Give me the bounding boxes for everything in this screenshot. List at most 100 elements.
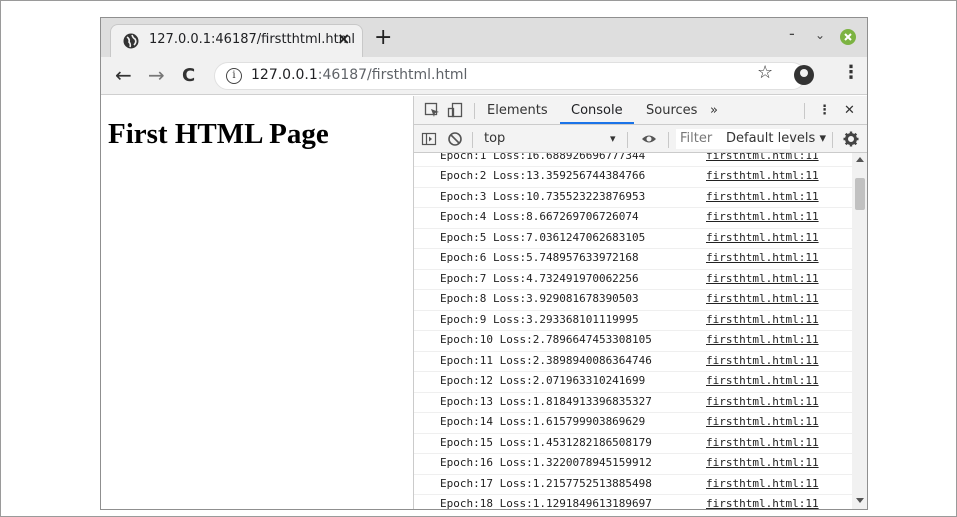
log-message: Epoch:13 Loss:1.8184913396835327 [440,394,652,408]
console-log-row: Epoch:11 Loss:2.3898940086364746 firsthtm… [414,352,852,372]
page-heading: First HTML Page [108,118,329,150]
console-log-row: Epoch:12 Loss:2.071963310241699 firsthtml… [414,372,852,393]
devtools-tab-bar: Elements Console Sources » ⋮ ✕ [414,96,867,125]
log-source-link[interactable]: firsthtml.html:11 [706,153,819,162]
console-log-row: Epoch:6 Loss:5.748957633972168 firsthtml.… [414,249,852,270]
console-log-row: Epoch:3 Loss:10.735523223876953 firsthtml… [414,188,852,208]
log-source-link[interactable]: firsthtml.html:11 [706,272,819,285]
inspect-element-icon[interactable] [424,102,440,118]
console-log-row: Epoch:2 Loss:13.359256744384766 firsthtml… [414,167,852,188]
log-source-link[interactable]: firsthtml.html:11 [706,333,819,346]
console-log-row: Epoch:4 Loss:8.667269706726074 firsthtml.… [414,208,852,229]
window-close-button[interactable] [840,29,856,45]
divider [474,103,475,119]
tab-elements[interactable]: Elements [487,103,548,118]
new-tab-button[interactable]: + [374,25,392,50]
maximize-button[interactable]: ⌄ [815,28,825,42]
divider [668,132,669,148]
bookmark-star-icon[interactable]: ☆ [757,62,773,83]
log-message: Epoch:11 Loss:2.3898940086364746 [440,353,652,367]
tab-console[interactable]: Console [571,103,623,118]
log-message: Epoch:1 Loss:16.688926696777344 [440,153,646,162]
device-toolbar-icon[interactable] [447,102,463,118]
browser-menu-icon[interactable]: ⋮ [842,62,860,83]
toolbar: ← → C i 127.0.0.1:46187/firsthtml.html [101,57,867,95]
console-log-row: Epoch:7 Loss:4.732491970062256 firsthtml.… [414,270,852,290]
url-text[interactable]: 127.0.0.1:46187/firsthtml.html [251,67,467,83]
reload-button[interactable]: C [182,65,195,86]
console-log-row: Epoch:14 Loss:1.615799903869629 firsthtml… [414,413,852,434]
log-levels-dropdown[interactable]: Default levels ▾ [726,131,826,146]
log-source-link[interactable]: firsthtml.html:11 [706,354,819,367]
log-source-link[interactable]: firsthtml.html:11 [706,210,819,223]
minimize-button[interactable]: - [789,24,795,43]
info-icon[interactable]: i [226,68,242,84]
log-message: Epoch:17 Loss:1.2157752513885498 [440,476,652,490]
tab-close-icon[interactable]: × [337,29,350,48]
more-tabs-button[interactable]: » [710,103,718,118]
log-message: Epoch:10 Loss:2.7896647453308105 [440,333,652,346]
tab-sources[interactable]: Sources [646,103,697,118]
log-message: Epoch:9 Loss:3.293368101119995 [440,312,639,326]
console-log-row: Epoch:16 Loss:1.3220078945159912 firsthtm… [414,454,852,475]
scroll-thumb[interactable] [855,178,865,210]
globe-icon [123,33,139,49]
close-icon [844,33,852,41]
log-source-link[interactable]: firsthtml.html:11 [706,169,819,182]
log-source-link[interactable]: firsthtml.html:11 [706,313,819,326]
context-dropdown-arrow-icon[interactable]: ▾ [610,132,616,145]
tab-strip: 127.0.0.1:46187/firstthtml.html × + - ⌄ [101,18,867,57]
console-log-row: Epoch:17 Loss:1.2157752513885498 firsthtm… [414,475,852,495]
log-source-link[interactable]: firsthtml.html:11 [706,497,819,509]
url-host: 127.0.0.1 [251,67,318,83]
live-expression-eye-icon[interactable] [641,131,657,147]
console-log-row: Epoch:1 Loss:16.688926696777344 firsthtml… [414,153,852,167]
settings-gear-icon[interactable] [843,131,859,147]
browser-tab[interactable]: 127.0.0.1:46187/firstthtml.html × [110,24,363,57]
log-message: Epoch:6 Loss:5.748957633972168 [440,251,639,264]
log-source-link[interactable]: firsthtml.html:11 [706,395,819,408]
log-message: Epoch:12 Loss:2.071963310241699 [440,374,646,387]
devtools-menu-icon[interactable]: ⋮ [818,103,831,118]
address-bar[interactable]: i 127.0.0.1:46187/firsthtml.html [214,62,806,90]
log-message: Epoch:7 Loss:4.732491970062256 [440,271,639,285]
log-source-link[interactable]: firsthtml.html:11 [706,374,819,387]
log-source-link[interactable]: firsthtml.html:11 [706,231,819,244]
console-log-row: Epoch:10 Loss:2.7896647453308105 firsthtm… [414,331,852,352]
scroll-down-icon[interactable] [856,498,864,503]
log-source-link[interactable]: firsthtml.html:11 [706,415,819,428]
log-source-link[interactable]: firsthtml.html:11 [706,477,819,490]
log-source-link[interactable]: firsthtml.html:11 [706,251,819,264]
divider [832,132,833,148]
console-log-row: Epoch:15 Loss:1.4531282186508179 firsthtm… [414,434,852,454]
console-scrollbar[interactable] [852,153,867,509]
divider [804,103,805,119]
scroll-up-icon[interactable] [856,157,864,162]
log-source-link[interactable]: firsthtml.html:11 [706,456,819,469]
forward-button[interactable]: → [148,63,165,87]
log-source-link[interactable]: firsthtml.html:11 [706,292,819,305]
console-log-row: Epoch:13 Loss:1.8184913396835327 firsthtm… [414,393,852,413]
url-path: :46187/firsthtml.html [317,67,468,83]
console-log-row: Epoch:9 Loss:3.293368101119995 firsthtml.… [414,311,852,331]
log-message: Epoch:14 Loss:1.615799903869629 [440,415,646,428]
devtools-close-icon[interactable]: ✕ [844,103,855,118]
log-message: Epoch:3 Loss:10.735523223876953 [440,189,646,203]
console-log-row: Epoch:18 Loss:1.1291849613189697 firsthtm… [414,495,852,510]
back-button[interactable]: ← [115,63,132,87]
log-message: Epoch:15 Loss:1.4531282186508179 [440,435,652,449]
log-source-link[interactable]: firsthtml.html:11 [706,190,819,203]
context-selector[interactable]: top [484,131,505,146]
console-log-row: Epoch:5 Loss:7.0361247062683105 firsthtml… [414,229,852,249]
log-source-link[interactable]: firsthtml.html:11 [706,436,819,449]
profile-avatar-icon[interactable] [794,65,814,85]
divider [472,132,473,148]
log-message: Epoch:4 Loss:8.667269706726074 [440,210,639,223]
clear-console-icon[interactable] [447,131,463,147]
browser-window: 127.0.0.1:46187/firstthtml.html × + - ⌄ … [100,17,868,510]
sidebar-toggle-icon[interactable] [421,131,437,147]
devtools-panel: Elements Console Sources » ⋮ ✕ top ▾ Fil… [413,96,867,510]
log-message: Epoch:18 Loss:1.1291849613189697 [440,497,652,510]
log-message: Epoch:16 Loss:1.3220078945159912 [440,456,652,469]
console-log: Epoch:1 Loss:16.688926696777344 firsthtml… [414,153,852,510]
